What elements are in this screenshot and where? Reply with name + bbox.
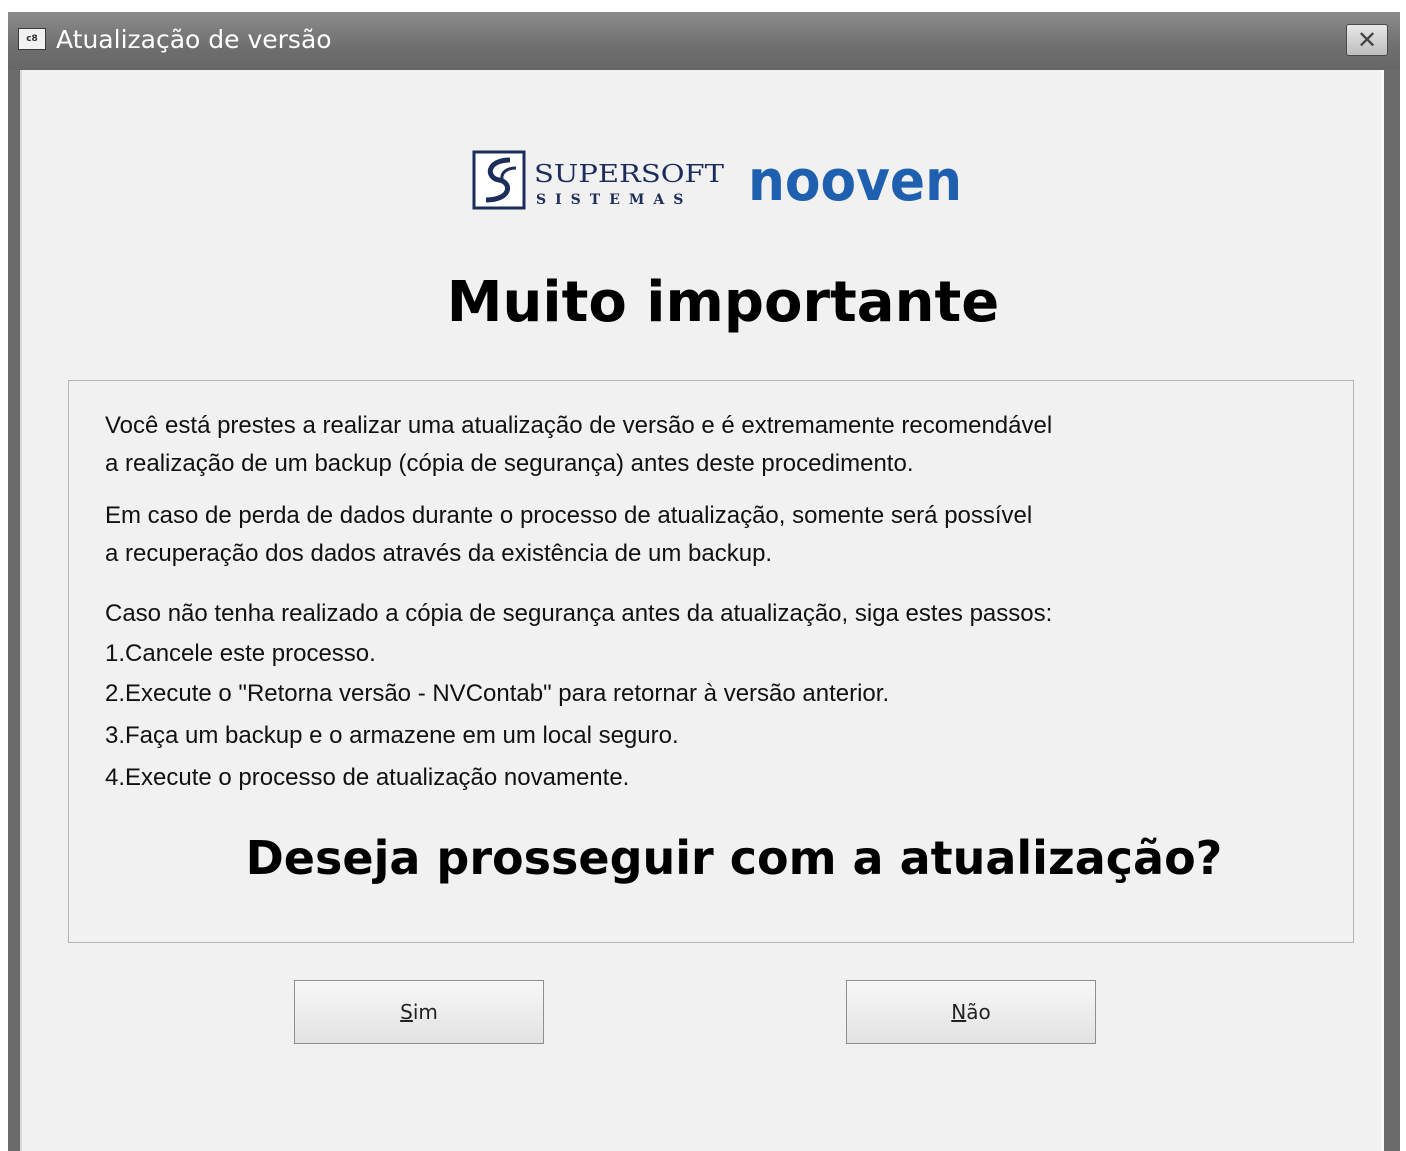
message-line: Caso não tenha realizado a cópia de segu… <box>105 600 1053 627</box>
step-item: 4.Execute o processo de atualização nova… <box>105 764 630 791</box>
close-button[interactable]: ✕ <box>1346 24 1388 56</box>
title-bar[interactable]: c8 Atualização de versão ✕ <box>8 12 1400 70</box>
close-icon: ✕ <box>1356 26 1378 54</box>
message-line: Em caso de perda de dados durante o proc… <box>105 502 1033 529</box>
logo-sistemas: SISTEMAS <box>536 192 692 208</box>
page-heading: Muito importante <box>446 270 1000 335</box>
yes-mnemonic: S <box>400 1000 413 1024</box>
no-button[interactable]: Não <box>846 980 1096 1044</box>
message-line: Você está prestes a realizar uma atualiz… <box>105 412 1053 439</box>
step-item: 2.Execute o "Retorna versão - NVContab" … <box>105 680 890 707</box>
message-line: a realização de um backup (cópia de segu… <box>105 450 914 477</box>
confirmation-question: Deseja prosseguir com a atualização? <box>245 831 1223 885</box>
dialog-window: c8 Atualização de versão ✕ SUPERSOFT SIS… <box>8 12 1400 1151</box>
company-logo: SUPERSOFT SISTEMAS nooven <box>472 149 962 212</box>
no-mnemonic: N <box>951 1000 967 1024</box>
step-item: 1.Cancele este processo. <box>105 640 376 667</box>
message-panel: Você está prestes a realizar uma atualiz… <box>68 380 1354 943</box>
no-label: ão <box>966 1000 991 1024</box>
yes-button[interactable]: Sim <box>294 980 544 1044</box>
dialog-content: SUPERSOFT SISTEMAS nooven Muito importan… <box>20 70 1384 1151</box>
window-title: Atualização de versão <box>56 25 332 54</box>
yes-label: im <box>412 1000 438 1024</box>
logo-supersoft: SUPERSOFT <box>534 160 724 188</box>
app-icon: c8 <box>18 28 46 50</box>
logo-nooven: nooven <box>748 149 962 212</box>
step-item: 3.Faça um backup e o armazene em um loca… <box>105 722 679 749</box>
message-line: a recuperação dos dados através da exist… <box>105 540 773 567</box>
